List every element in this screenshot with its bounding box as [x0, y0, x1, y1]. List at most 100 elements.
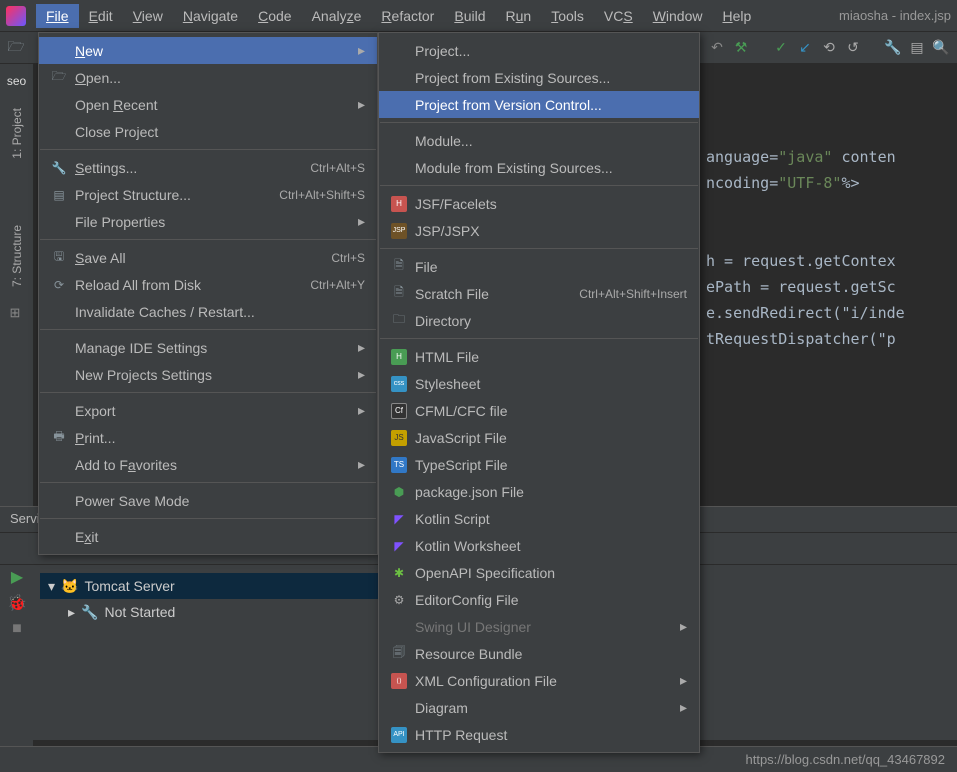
file-close-project[interactable]: ·Close Project — [39, 118, 377, 145]
new-module[interactable]: ·Module... — [379, 127, 699, 154]
revert-icon[interactable]: ↺ — [845, 40, 861, 56]
new-project-existing[interactable]: ·Project from Existing Sources... — [379, 64, 699, 91]
kotlin-ws-icon: ◤ — [391, 538, 407, 554]
menu-navigate[interactable]: Navigate — [173, 4, 248, 28]
api-icon: API — [391, 727, 407, 743]
new-xml-config[interactable]: ⟨⟩XML Configuration File▸ — [379, 667, 699, 694]
chevron-right-icon: ▸ — [358, 402, 365, 419]
new-ts[interactable]: TSTypeScript File — [379, 451, 699, 478]
services-tree: ▾ 🐱 Tomcat Server ▸ 🔧 Not Started — [40, 573, 380, 625]
menu-tools[interactable]: Tools — [541, 4, 594, 28]
new-jsp[interactable]: JSPJSP/JSPX — [379, 217, 699, 244]
new-project-vcs[interactable]: ·Project from Version Control... — [379, 91, 699, 118]
panel-icon[interactable]: ▤ — [909, 40, 925, 56]
menu-vcs[interactable]: VCS — [594, 4, 643, 28]
file-favorites[interactable]: ·Add to Favorites▸ — [39, 451, 377, 478]
tree-row-tomcat[interactable]: ▾ 🐱 Tomcat Server — [40, 573, 380, 599]
chevron-right-icon: ▸ — [358, 339, 365, 356]
new-swing[interactable]: ·Swing UI Designer▸ — [379, 613, 699, 640]
wrench-icon: 🔧 — [81, 604, 98, 621]
file-power-save[interactable]: ·Power Save Mode — [39, 487, 377, 514]
menu-window[interactable]: Window — [643, 4, 713, 28]
new-module-existing[interactable]: ·Module from Existing Sources... — [379, 154, 699, 181]
new-project[interactable]: ·Project... — [379, 37, 699, 64]
file-new[interactable]: ·New▸ — [39, 37, 377, 64]
html-icon: H — [391, 349, 407, 365]
file-print[interactable]: 🖶Print... — [39, 424, 377, 451]
menu-file[interactable]: File — [36, 4, 79, 28]
menu-analyze[interactable]: Analyze — [302, 4, 372, 28]
xml-icon: ⟨⟩ — [391, 673, 407, 689]
file-save-all[interactable]: 🖫Save AllCtrl+S — [39, 244, 377, 271]
menu-run[interactable]: Run — [495, 4, 541, 28]
tree-label: Tomcat Server — [84, 578, 174, 594]
kotlin-icon: ◤ — [391, 511, 407, 527]
file-project-structure[interactable]: ▤Project Structure...Ctrl+Alt+Shift+S — [39, 181, 377, 208]
menu-code[interactable]: Code — [248, 4, 301, 28]
jsf-icon: H — [391, 196, 407, 212]
file-open-recent[interactable]: ·Open Recent▸ — [39, 91, 377, 118]
new-cfml[interactable]: CfCFML/CFC file — [379, 397, 699, 424]
file-open[interactable]: 🗁Open... — [39, 64, 377, 91]
js-icon: JS — [391, 430, 407, 446]
editor[interactable]: anguage="java" conten ncoding="UTF-8"%> … — [700, 64, 957, 494]
check-icon[interactable]: ✓ — [773, 40, 789, 56]
file-settings[interactable]: 🔧Settings...Ctrl+Alt+S — [39, 154, 377, 181]
editorconfig-icon: ⚙ — [391, 592, 407, 608]
new-file[interactable]: 🗎File — [379, 253, 699, 280]
new-kotlin-ws[interactable]: ◤Kotlin Worksheet — [379, 532, 699, 559]
file-manage-ide[interactable]: ·Manage IDE Settings▸ — [39, 334, 377, 361]
new-editorconfig[interactable]: ⚙EditorConfig File — [379, 586, 699, 613]
file-new-projects-settings[interactable]: ·New Projects Settings▸ — [39, 361, 377, 388]
scratch-icon: 🗎 — [391, 286, 407, 302]
file-export[interactable]: ·Export▸ — [39, 397, 377, 424]
search-icon[interactable]: 🔍 — [933, 40, 949, 56]
tab-structure[interactable]: 7: Structure — [8, 219, 26, 293]
menu-build[interactable]: Build — [444, 4, 495, 28]
new-html[interactable]: HHTML File — [379, 343, 699, 370]
tomcat-icon: 🐱 — [61, 578, 78, 595]
structure-icon: ⊞ — [10, 305, 24, 319]
open-folder-icon[interactable]: 🗁 — [8, 40, 24, 56]
history-icon[interactable]: ⟲ — [821, 40, 837, 56]
debug-icon[interactable]: 🐞 — [9, 595, 25, 611]
new-stylesheet[interactable]: cssStylesheet — [379, 370, 699, 397]
project-structure-icon: ▤ — [51, 187, 67, 203]
settings-icon[interactable]: 🔧 — [885, 40, 901, 56]
back-icon[interactable]: ↶ — [709, 40, 725, 56]
menu-edit[interactable]: Edit — [79, 4, 123, 28]
new-openapi[interactable]: ✱OpenAPI Specification — [379, 559, 699, 586]
pkg-icon: ⬢ — [391, 484, 407, 500]
update-icon[interactable]: ↙ — [797, 40, 813, 56]
tree-row-notstarted[interactable]: ▸ 🔧 Not Started — [40, 599, 380, 625]
menu-help[interactable]: Help — [713, 4, 762, 28]
chevron-down-icon: ▾ — [48, 578, 55, 595]
run-icon[interactable]: ▶ — [9, 569, 25, 585]
app-logo-icon — [6, 6, 26, 26]
new-resource-bundle[interactable]: 🗐Resource Bundle — [379, 640, 699, 667]
cfml-icon: Cf — [391, 403, 407, 419]
file-dropdown: ·New▸ 🗁Open... ·Open Recent▸ ·Close Proj… — [38, 32, 378, 555]
menu-refactor[interactable]: Refactor — [371, 4, 444, 28]
stop-icon[interactable]: ■ — [9, 621, 25, 637]
reload-icon: ⟳ — [51, 277, 67, 293]
file-exit[interactable]: ·Exit — [39, 523, 377, 550]
save-icon: 🖫 — [51, 250, 67, 266]
new-http-request[interactable]: APIHTTP Request — [379, 721, 699, 748]
chevron-right-icon: ▸ — [680, 699, 687, 716]
new-jsf[interactable]: HJSF/Facelets — [379, 190, 699, 217]
file-reload[interactable]: ⟳Reload All from DiskCtrl+Alt+Y — [39, 271, 377, 298]
new-kotlin-script[interactable]: ◤Kotlin Script — [379, 505, 699, 532]
tab-seo[interactable]: seo — [1, 72, 32, 90]
new-package-json[interactable]: ⬢package.json File — [379, 478, 699, 505]
tab-project[interactable]: 1: Project — [8, 102, 26, 165]
file-properties[interactable]: ·File Properties▸ — [39, 208, 377, 235]
menu-view[interactable]: View — [123, 4, 173, 28]
new-js[interactable]: JSJavaScript File — [379, 424, 699, 451]
new-diagram[interactable]: ·Diagram▸ — [379, 694, 699, 721]
ts-icon: TS — [391, 457, 407, 473]
hammer-icon[interactable]: ⚒ — [733, 40, 749, 56]
new-scratch[interactable]: 🗎Scratch FileCtrl+Alt+Shift+Insert — [379, 280, 699, 307]
file-invalidate[interactable]: ·Invalidate Caches / Restart... — [39, 298, 377, 325]
new-directory[interactable]: 🗀Directory — [379, 307, 699, 334]
